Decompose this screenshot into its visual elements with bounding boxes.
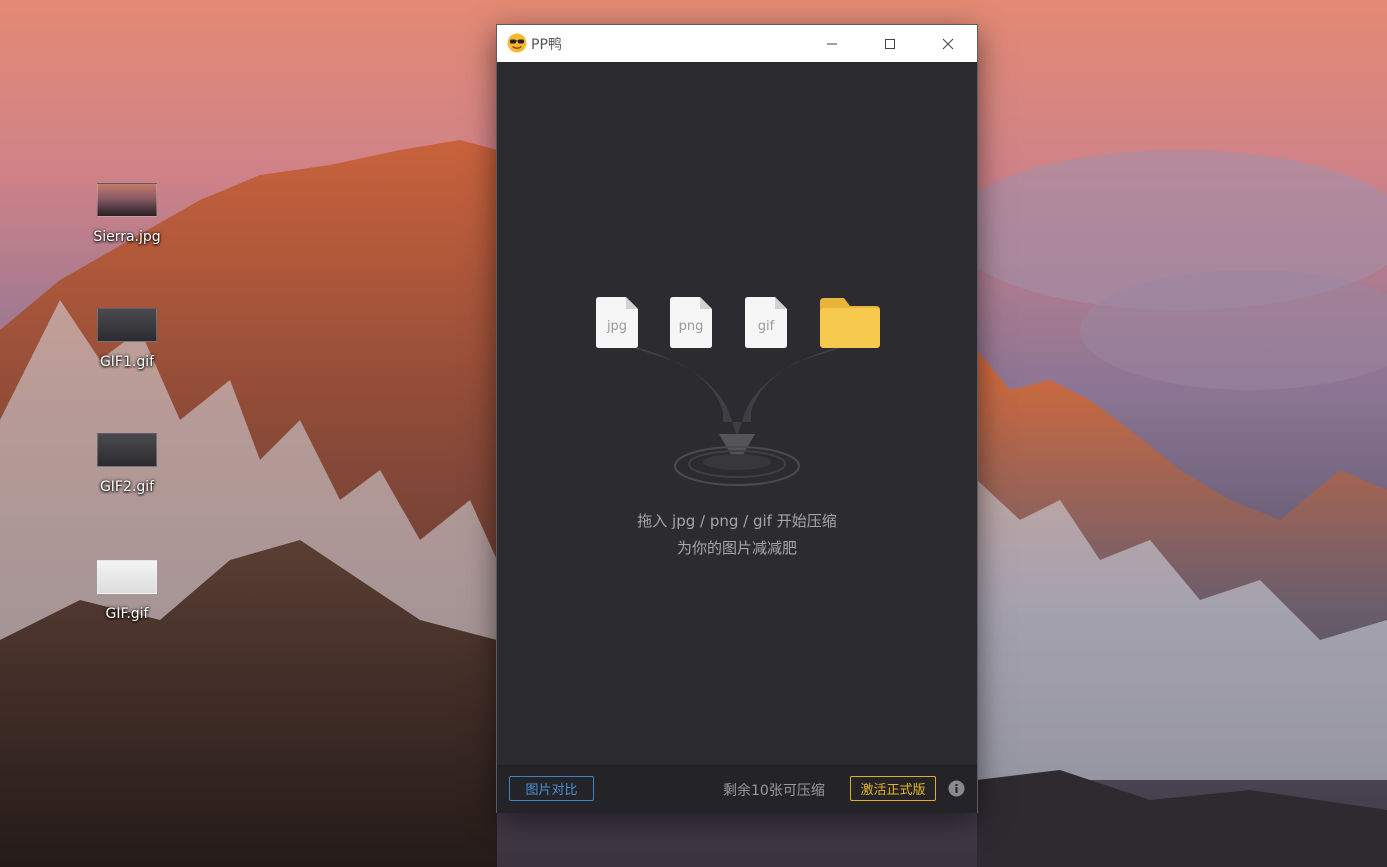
desktop-icon-label: Sierra.jpg bbox=[93, 229, 161, 245]
window-title: PP鸭 bbox=[531, 37, 562, 53]
drop-zone[interactable]: jpg png gif 拖入 jpg / png / gif 开始压缩 为你的图… bbox=[497, 62, 977, 765]
folder-icon bbox=[820, 298, 880, 348]
title-bar[interactable]: PP鸭 bbox=[497, 25, 977, 62]
footer-bar: 图片对比 剩余10张可压缩 激活正式版 bbox=[497, 765, 977, 813]
desktop-icon-label: GIF2.gif bbox=[99, 479, 155, 495]
drop-hint-primary: 拖入 jpg / png / gif 开始压缩 bbox=[637, 512, 837, 530]
gif-file-icon bbox=[97, 308, 157, 342]
png-label: png bbox=[679, 319, 704, 334]
duck-sunglasses-icon bbox=[507, 33, 527, 53]
gif-file-icon: gif bbox=[745, 297, 787, 348]
desktop-icon-label: GIF1.gif bbox=[99, 354, 155, 370]
jpg-label: jpg bbox=[606, 319, 627, 334]
png-file-icon: png bbox=[670, 297, 712, 348]
jpg-file-icon: jpg bbox=[596, 297, 638, 348]
image-compare-button[interactable]: 图片对比 bbox=[509, 776, 594, 801]
gif-label: gif bbox=[758, 319, 775, 334]
close-button[interactable] bbox=[919, 25, 977, 62]
remaining-count-text: 剩余10张可压缩 bbox=[723, 783, 825, 799]
activate-pro-button[interactable]: 激活正式版 bbox=[850, 776, 936, 801]
gif-file-icon bbox=[97, 433, 157, 467]
desktop: Sierra.jpg GIF1.gif GIF2.gif GIF.gif PP鸭 bbox=[0, 0, 1387, 867]
desktop-icon-gif[interactable]: GIF.gif bbox=[72, 560, 182, 622]
minimize-button[interactable] bbox=[803, 25, 861, 62]
info-icon[interactable] bbox=[948, 780, 965, 797]
drop-hint-secondary: 为你的图片减减肥 bbox=[676, 539, 797, 557]
app-window: PP鸭 jpg png gif 拖入 jpg / png / gif 开始压缩 … bbox=[497, 25, 977, 813]
image-file-icon bbox=[97, 183, 157, 217]
desktop-icon-gif1[interactable]: GIF1.gif bbox=[72, 308, 182, 370]
desktop-icon-gif2[interactable]: GIF2.gif bbox=[72, 433, 182, 495]
drop-illustration: jpg png gif bbox=[596, 297, 880, 486]
maximize-button[interactable] bbox=[861, 25, 919, 62]
maximize-icon bbox=[885, 38, 895, 49]
desktop-icon-sierra[interactable]: Sierra.jpg bbox=[72, 183, 182, 245]
gif-file-icon bbox=[97, 560, 157, 594]
minimize-icon bbox=[827, 43, 837, 44]
close-icon bbox=[942, 38, 954, 49]
desktop-icon-label: GIF.gif bbox=[105, 606, 149, 622]
